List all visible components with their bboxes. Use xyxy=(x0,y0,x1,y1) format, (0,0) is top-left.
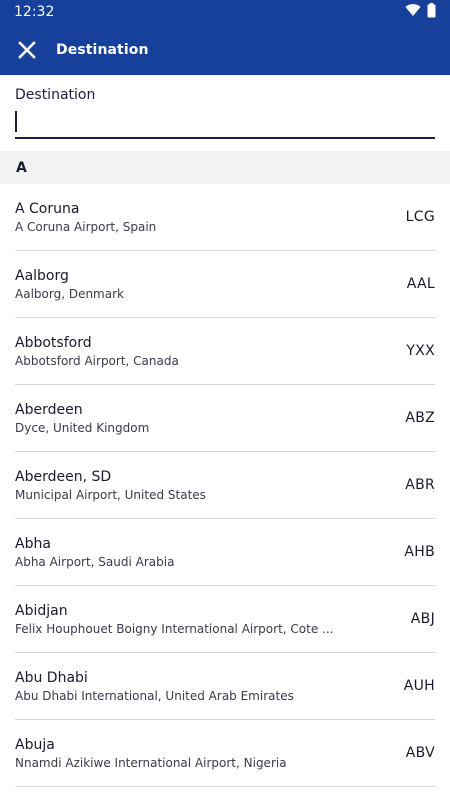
list-item[interactable]: Abbotsford Abbotsford Airport, Canada YX… xyxy=(15,318,435,385)
list-item[interactable]: Abidjan Felix Houphouet Boigny Internati… xyxy=(15,586,435,653)
list-item[interactable]: Abha Abha Airport, Saudi Arabia AHB xyxy=(15,519,435,586)
list-item[interactable]: Aberdeen Dyce, United Kingdom ABZ xyxy=(15,385,435,452)
airport-name: Abha Airport, Saudi Arabia xyxy=(15,554,175,569)
wifi-icon xyxy=(405,3,421,21)
list-item[interactable]: Abu Dhabi Abu Dhabi International, Unite… xyxy=(15,653,435,720)
status-icons xyxy=(405,2,436,22)
airport-code: ABR xyxy=(405,477,435,493)
status-bar: 12:32 xyxy=(0,0,450,24)
airport-code: YXX xyxy=(406,343,435,359)
city-name: Aalborg xyxy=(15,267,69,284)
city-name: Abidjan xyxy=(15,602,68,619)
airport-name: Abbotsford Airport, Canada xyxy=(15,353,179,368)
airport-name: A Coruna Airport, Spain xyxy=(15,219,157,234)
airport-name: Felix Houphouet Boigny International Air… xyxy=(15,621,334,636)
destination-input[interactable] xyxy=(15,113,435,139)
airport-name: Aalborg, Denmark xyxy=(15,286,124,301)
text-cursor xyxy=(15,111,17,132)
airport-code: AAL xyxy=(406,276,435,292)
list-item[interactable]: Aberdeen, SD Municipal Airport, United S… xyxy=(15,452,435,519)
battery-icon xyxy=(427,2,436,22)
list-item[interactable]: Abuja Nnamdi Azikiwe International Airpo… xyxy=(15,720,435,787)
airport-code: AUH xyxy=(403,678,435,694)
airport-code: ABJ xyxy=(410,611,435,627)
airport-name: Nnamdi Azikiwe International Airport, Ni… xyxy=(15,755,287,770)
airport-code: ABZ xyxy=(405,410,435,426)
destination-list: A Coruna A Coruna Airport, Spain LCG Aal… xyxy=(0,184,450,787)
app-bar: Destination xyxy=(0,24,450,75)
city-name: A Coruna xyxy=(15,200,80,217)
airport-name: Municipal Airport, United States xyxy=(15,487,206,502)
airport-name: Abu Dhabi International, United Arab Emi… xyxy=(15,688,294,703)
airport-name: Dyce, United Kingdom xyxy=(15,420,150,435)
list-item[interactable]: A Coruna A Coruna Airport, Spain LCG xyxy=(15,184,435,251)
city-name: Abu Dhabi xyxy=(15,669,88,686)
page-title: Destination xyxy=(56,41,149,58)
city-name: Abha xyxy=(15,535,51,552)
status-time: 12:32 xyxy=(14,4,55,20)
city-name: Aberdeen xyxy=(15,401,83,418)
city-name: Abuja xyxy=(15,736,55,753)
destination-input-group: Destination xyxy=(0,75,450,151)
close-icon[interactable] xyxy=(16,39,38,61)
airport-code: AHB xyxy=(404,544,435,560)
city-name: Abbotsford xyxy=(15,334,92,351)
section-header: A xyxy=(0,151,450,184)
airport-code: ABV xyxy=(405,745,435,761)
list-item[interactable]: Aalborg Aalborg, Denmark AAL xyxy=(15,251,435,318)
city-name: Aberdeen, SD xyxy=(15,468,112,485)
destination-label: Destination xyxy=(15,87,96,103)
airport-code: LCG xyxy=(405,209,435,225)
